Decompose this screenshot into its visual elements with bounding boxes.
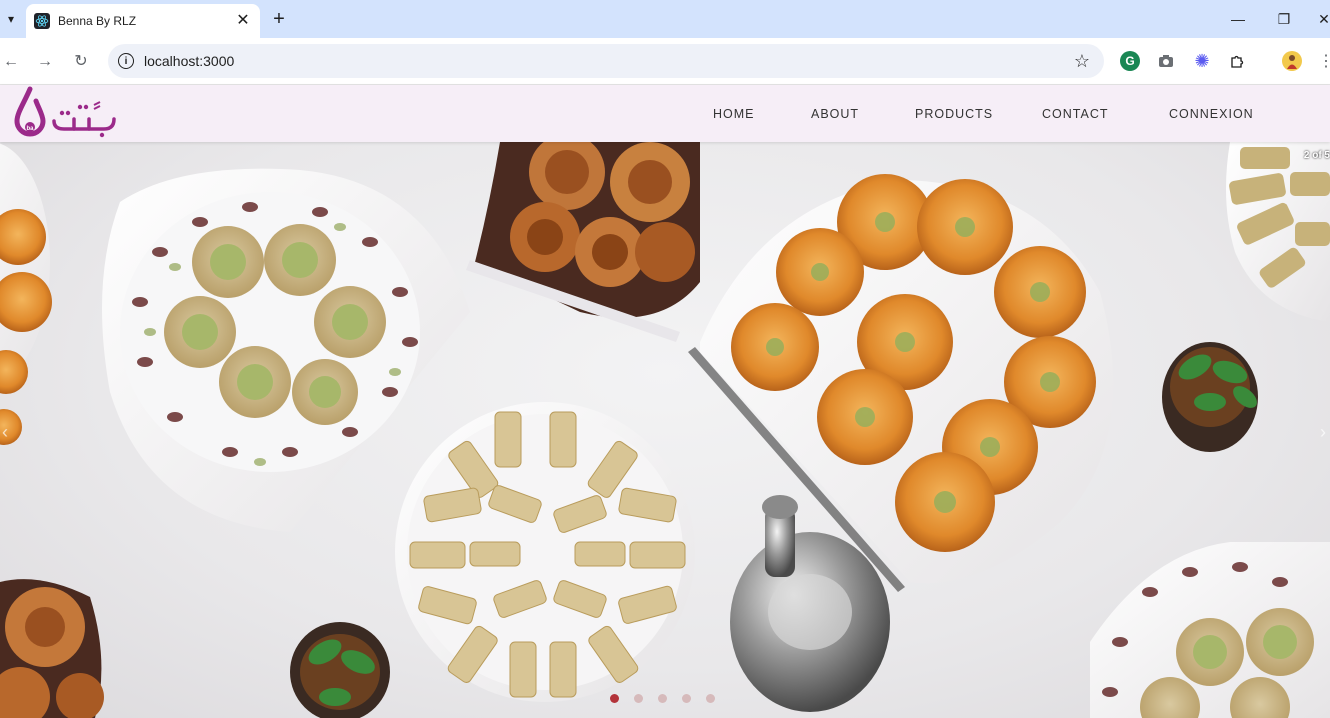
tab-title: Benna By RLZ (58, 14, 137, 28)
browser-tab[interactable]: Benna By RLZ ✕ (26, 4, 260, 38)
prev-slide-arrow-icon[interactable]: ‹ (2, 422, 8, 443)
carousel-dot-1[interactable] (610, 694, 619, 703)
camera-extension-icon[interactable] (1156, 51, 1176, 71)
grammarly-extension-icon[interactable]: G (1120, 51, 1140, 71)
new-tab-button[interactable]: + (268, 8, 290, 30)
browser-toolbar: ← → ↻ i ☆ G ✺ ⋮ (0, 38, 1330, 85)
slide-counter: 2 of 5 (1303, 150, 1330, 161)
next-slide-arrow-icon[interactable]: › (1320, 422, 1326, 443)
bookmark-star-icon[interactable]: ☆ (1074, 51, 1090, 72)
hero-carousel[interactable]: 2 of 5 ‹ › (0, 142, 1330, 718)
minimize-button[interactable]: — (1226, 8, 1250, 30)
carousel-dot-5[interactable] (706, 694, 715, 703)
url-input[interactable] (144, 53, 944, 69)
nav-products-link[interactable]: PRODUCTS (915, 107, 993, 121)
react-favicon-icon (34, 13, 50, 29)
address-bar[interactable]: i ☆ (108, 44, 1104, 78)
close-tab-icon[interactable]: ✕ (234, 12, 252, 30)
site-info-icon[interactable]: i (118, 53, 134, 69)
asterisk-extension-icon[interactable]: ✺ (1192, 51, 1212, 71)
carousel-dot-4[interactable] (682, 694, 691, 703)
browser-menu-icon[interactable]: ⋮ (1318, 51, 1330, 73)
nav-contact-link[interactable]: CONTACT (1042, 107, 1109, 121)
close-window-button[interactable]: ✕ (1312, 8, 1330, 30)
nav-home-link[interactable]: HOME (713, 107, 755, 121)
profile-avatar[interactable] (1282, 51, 1302, 71)
nav-connexion-link[interactable]: CONNEXION (1169, 107, 1254, 121)
hero-slide-image (0, 142, 1330, 718)
extensions-puzzle-icon[interactable] (1228, 51, 1248, 71)
carousel-dot-2[interactable] (634, 694, 643, 703)
site-header: ba HOME ABOUT PRODUCTS CONTACT CONNEXION (0, 85, 1330, 142)
carousel-dot-3[interactable] (658, 694, 667, 703)
nav-about-link[interactable]: ABOUT (811, 107, 859, 121)
tab-search-icon[interactable]: ▾ (0, 8, 22, 30)
reload-icon[interactable]: ↻ (70, 51, 92, 73)
browser-tab-strip: ▾ Benna By RLZ ✕ + — ❐ ✕ (0, 0, 1330, 38)
back-icon[interactable]: ← (0, 51, 22, 73)
site-logo[interactable]: ba (14, 85, 124, 141)
restore-button[interactable]: ❐ (1272, 8, 1296, 30)
svg-text:ba: ba (26, 126, 34, 132)
forward-icon[interactable]: → (34, 51, 56, 73)
